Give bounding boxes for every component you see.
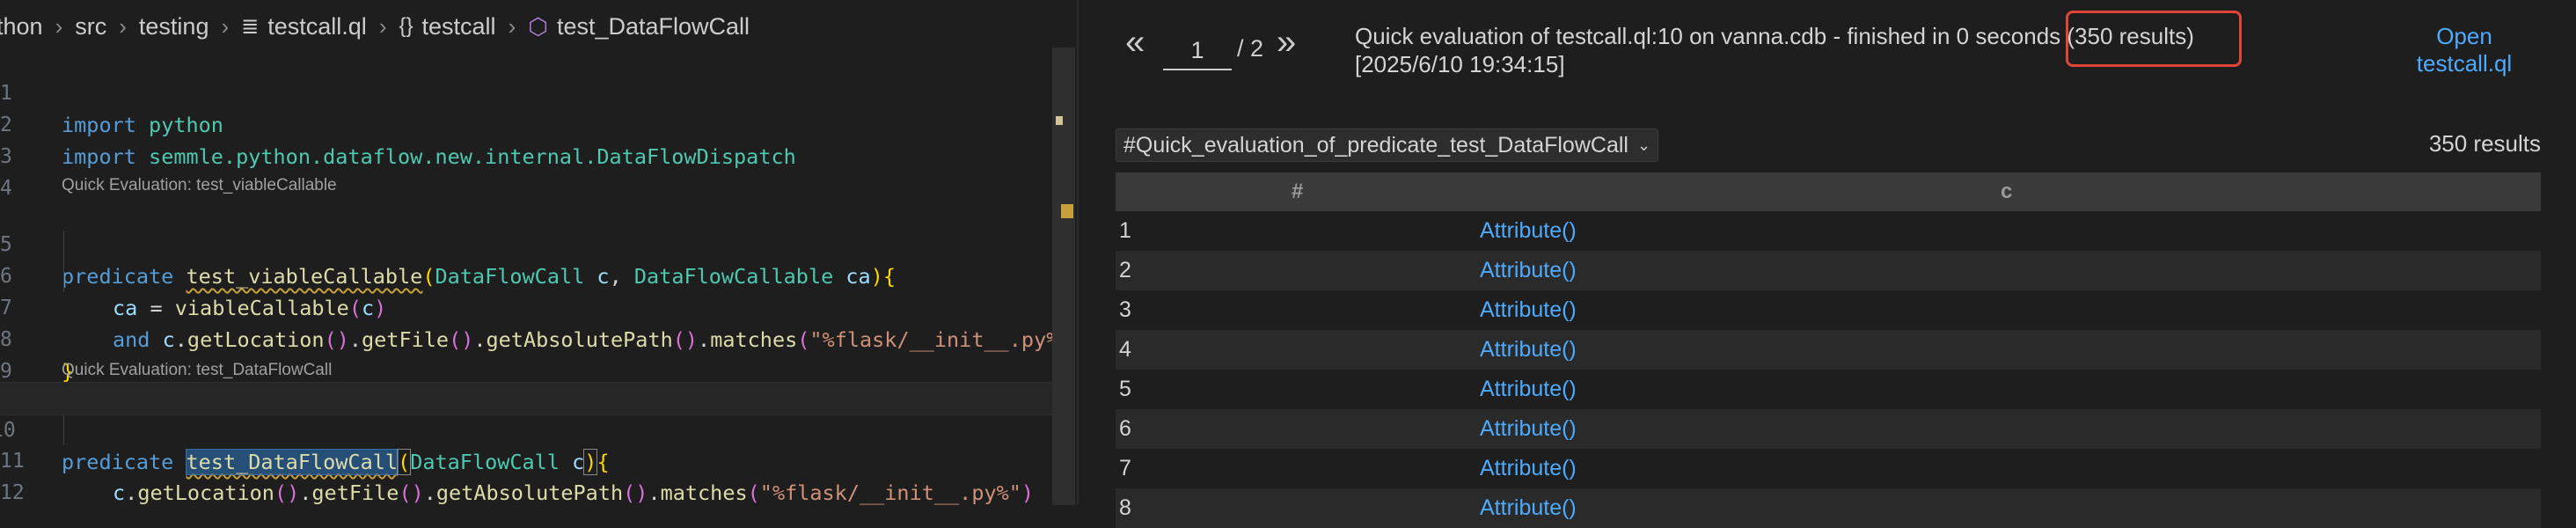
table-row: 3 Attribute()	[1116, 290, 2541, 330]
results-table: # c 1 Attribute() 2 Attribute() 3 Attribute()…	[1116, 172, 2541, 528]
code-line[interactable]: 3	[0, 109, 1056, 168]
paren: (	[747, 480, 760, 505]
chevron-down-icon: ⌄	[1636, 136, 1651, 154]
page-total: / 2	[1237, 35, 1264, 62]
punctuation: .	[648, 480, 661, 505]
code-line[interactable]: 5 predicate test_viableCallable(DataFlow…	[0, 197, 1056, 289]
page-number-input[interactable]	[1163, 32, 1232, 70]
row-index: 4	[1119, 337, 1131, 362]
result-set-select-value: #Quick_evaluation_of_predicate_test_Data…	[1123, 132, 1628, 158]
paren: )	[1021, 480, 1035, 505]
next-page-button[interactable]: »	[1277, 23, 1296, 62]
result-link[interactable]: Attribute()	[1480, 290, 1577, 330]
code-line[interactable]: 8 }	[0, 292, 1056, 384]
punctuation: .	[423, 480, 436, 505]
code-line[interactable]: 6 ca = viableCallable(c)	[0, 229, 1056, 320]
result-set-select[interactable]: #Quick_evaluation_of_predicate_test_Data…	[1116, 128, 1659, 162]
table-row: 8 Attribute()	[1116, 488, 2541, 528]
code-line[interactable]: 2 import semmle.python.dataflow.new.inte…	[0, 77, 1056, 169]
code-editor[interactable]: thon › src › testing › ≣ testcall.ql › {…	[0, 0, 1075, 505]
code-line[interactable]: 9	[0, 324, 1056, 383]
breadcrumb-label: testing	[138, 12, 209, 40]
breadcrumb-label: thon	[0, 12, 43, 40]
cube-icon: ⬡	[528, 12, 548, 40]
annotation-highlight-box	[2066, 11, 2242, 67]
paren: ()	[274, 480, 300, 505]
row-index: 1	[1119, 218, 1131, 243]
table-row: 2 Attribute()	[1116, 251, 2541, 290]
row-index: 8	[1119, 495, 1131, 520]
overview-ruler-mark	[1056, 116, 1063, 125]
row-index: 3	[1119, 297, 1131, 322]
indent-guide	[63, 415, 64, 445]
breadcrumb-item-src[interactable]: src	[75, 13, 106, 40]
table-row: 5 Attribute()	[1116, 370, 2541, 409]
table-header: # c	[1116, 172, 2541, 211]
table-row: 6 Attribute()	[1116, 409, 2541, 449]
query-results-panel: « / 2 » Quick evaluation of testcall.ql:…	[1077, 0, 2576, 528]
table-row: 4 Attribute()	[1116, 330, 2541, 370]
breadcrumb-label: test_DataFlowCall	[556, 12, 750, 40]
column-header-c[interactable]: c	[2001, 172, 2012, 211]
paren: ()	[399, 480, 424, 505]
previous-page-button[interactable]: «	[1125, 23, 1145, 62]
code-line[interactable]: 4	[0, 141, 1056, 200]
table-row: 7 Attribute()	[1116, 449, 2541, 488]
result-count: 350 results	[2428, 130, 2541, 157]
breadcrumb: thon › src › testing › ≣ testcall.ql › {…	[0, 5, 1075, 48]
column-header-index[interactable]: #	[1292, 172, 1303, 211]
chevron-right-icon: ›	[508, 12, 516, 40]
evaluation-timestamp: [2025/6/10 19:34:15]	[1355, 51, 1565, 77]
chevron-right-icon: ›	[221, 12, 230, 40]
braces-icon: {}	[399, 14, 413, 38]
file-lines-icon: ≣	[241, 14, 260, 39]
overview-ruler-warning-mark	[1061, 204, 1073, 218]
breadcrumb-item-testing[interactable]: testing	[139, 13, 209, 40]
row-index: 7	[1119, 456, 1131, 480]
chevron-right-icon: ›	[55, 12, 63, 40]
variable: c	[113, 480, 126, 505]
breadcrumb-item-file[interactable]: ≣ testcall.ql	[241, 13, 367, 40]
punctuation: .	[299, 480, 312, 505]
line-number: 12	[0, 481, 25, 504]
quick-evaluation-lens[interactable]: Quick Evaluation: test_viableCallable	[62, 172, 337, 199]
open-query-link[interactable]: Open testcall.ql	[2403, 23, 2526, 77]
code-line-current[interactable]: 10 predicate test_DataFlowCall(DataFlowC…	[0, 382, 1056, 475]
method-name: getLocation	[137, 480, 274, 505]
code-line[interactable]: 1 import python	[0, 46, 1056, 137]
breadcrumb-item-module[interactable]: {} testcall	[399, 13, 495, 40]
breadcrumb-label: testcall.ql	[267, 12, 367, 40]
code-line[interactable]: 7 and c.getLocation().getFile().getAbsol…	[0, 260, 1058, 352]
method-name: matches	[660, 480, 748, 505]
breadcrumb-label: testcall	[421, 12, 496, 40]
string-literal: "%flask/__init__.py%"	[759, 480, 1021, 505]
breadcrumb-item-folder[interactable]: thon	[0, 13, 43, 40]
quick-evaluation-lens[interactable]: Quick Evaluation: test_DataFlowCall	[62, 357, 332, 384]
method-name: getFile	[311, 480, 399, 505]
row-index: 5	[1119, 377, 1131, 401]
code-line[interactable]: 12 }	[0, 445, 1056, 504]
indent-guide	[63, 231, 64, 292]
code-line[interactable]: 11 c.getLocation().getFile().getAbsolute…	[0, 414, 1056, 505]
chevron-right-icon: ›	[119, 12, 127, 40]
paren: ()	[623, 480, 648, 505]
row-index: 2	[1119, 258, 1131, 282]
result-link[interactable]: Attribute()	[1480, 211, 1577, 251]
breadcrumb-item-symbol[interactable]: ⬡ test_DataFlowCall	[528, 13, 750, 40]
result-link[interactable]: Attribute()	[1480, 370, 1577, 409]
chevron-right-icon: ›	[378, 12, 387, 40]
result-link[interactable]: Attribute()	[1480, 251, 1577, 290]
table-row: 1 Attribute()	[1116, 211, 2541, 251]
breadcrumb-label: src	[75, 12, 107, 40]
result-link[interactable]: Attribute()	[1480, 330, 1577, 370]
result-link[interactable]: Attribute()	[1480, 409, 1577, 449]
method-name: getAbsolutePath	[435, 480, 624, 505]
result-link[interactable]: Attribute()	[1480, 488, 1577, 528]
result-link[interactable]: Attribute()	[1480, 449, 1577, 488]
punctuation: .	[125, 480, 138, 505]
row-index: 6	[1119, 416, 1131, 441]
